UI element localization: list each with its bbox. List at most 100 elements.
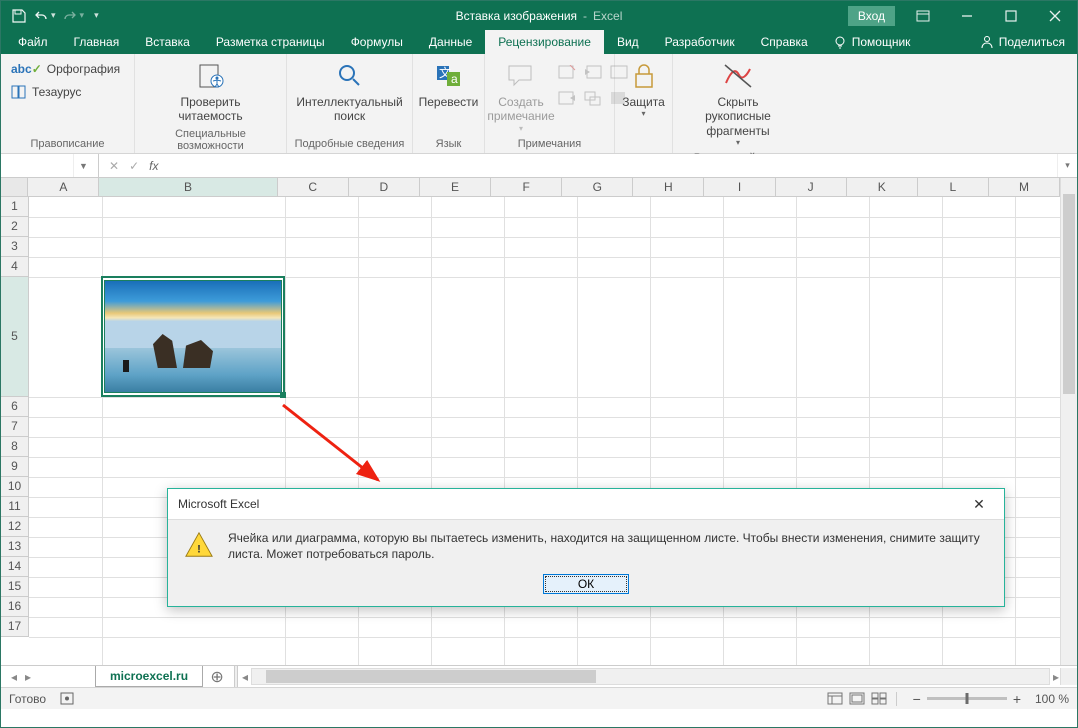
- page-break-view-icon[interactable]: [868, 690, 890, 708]
- col-header[interactable]: H: [633, 178, 704, 196]
- zoom-in-button[interactable]: +: [1013, 691, 1021, 707]
- cancel-formula-icon[interactable]: ✕: [109, 159, 119, 173]
- row-header[interactable]: 9: [1, 457, 28, 477]
- redo-icon[interactable]: [60, 6, 80, 26]
- col-header[interactable]: F: [491, 178, 562, 196]
- horizontal-scrollbar[interactable]: [251, 668, 1050, 685]
- sheet-tab[interactable]: microexcel.ru: [95, 666, 203, 687]
- macro-record-icon[interactable]: [60, 692, 74, 705]
- tab-nav-prev-icon[interactable]: ◂: [7, 670, 21, 684]
- tab-review[interactable]: Рецензирование: [485, 30, 604, 54]
- sheet-tabs-row: ◂ ▸ microexcel.ru ⊕ ◂ ▸: [1, 665, 1077, 687]
- minimize-button[interactable]: [945, 1, 989, 30]
- hide-ink-button[interactable]: Скрыть рукописные фрагменты▾: [679, 57, 797, 150]
- row-header[interactable]: 2: [1, 217, 28, 237]
- col-header[interactable]: D: [349, 178, 420, 196]
- tab-formulas[interactable]: Формулы: [338, 30, 416, 54]
- row-header[interactable]: 3: [1, 237, 28, 257]
- zoom-level[interactable]: 100 %: [1027, 692, 1069, 706]
- formula-input[interactable]: [168, 154, 1057, 177]
- new-comment-button: Создать примечание▾: [491, 57, 551, 135]
- name-box[interactable]: ▼: [1, 154, 99, 177]
- spelling-button[interactable]: abc✓Орфография: [11, 59, 120, 79]
- ribbon-tabs: Файл Главная Вставка Разметка страницы Ф…: [1, 30, 1077, 54]
- row-header[interactable]: 11: [1, 497, 28, 517]
- col-header[interactable]: G: [562, 178, 633, 196]
- maximize-button[interactable]: [989, 1, 1033, 30]
- check-accessibility-button[interactable]: Проверить читаемость: [172, 57, 248, 126]
- col-header[interactable]: E: [420, 178, 491, 196]
- tell-me-button[interactable]: Помощник: [821, 30, 923, 54]
- zoom-out-button[interactable]: −: [913, 691, 921, 707]
- tab-view[interactable]: Вид: [604, 30, 652, 54]
- row-header[interactable]: 15: [1, 577, 28, 597]
- tab-insert[interactable]: Вставка: [132, 30, 203, 54]
- tab-page-layout[interactable]: Разметка страницы: [203, 30, 338, 54]
- col-header[interactable]: C: [278, 178, 349, 196]
- page-layout-view-icon[interactable]: [846, 690, 868, 708]
- zoom-slider[interactable]: [927, 697, 1007, 700]
- close-button[interactable]: [1033, 1, 1077, 30]
- tab-data[interactable]: Данные: [416, 30, 485, 54]
- row-header[interactable]: 17: [1, 617, 28, 637]
- expand-formula-bar-icon[interactable]: ▾: [1057, 154, 1077, 177]
- row-header[interactable]: 13: [1, 537, 28, 557]
- dialog-ok-button[interactable]: ОК: [543, 574, 629, 594]
- row-header[interactable]: 6: [1, 397, 28, 417]
- normal-view-icon[interactable]: [824, 690, 846, 708]
- col-header[interactable]: M: [989, 178, 1060, 196]
- row-header[interactable]: 16: [1, 597, 28, 617]
- lock-icon: [632, 59, 656, 93]
- thesaurus-button[interactable]: Тезаурус: [11, 82, 120, 102]
- qat-customize-icon[interactable]: ▾: [94, 10, 99, 21]
- embedded-picture[interactable]: [104, 280, 282, 393]
- row-header[interactable]: 5: [1, 277, 28, 397]
- scrollbar-thumb[interactable]: [1063, 194, 1075, 394]
- warning-icon: !: [184, 530, 214, 560]
- login-button[interactable]: Вход: [848, 6, 895, 26]
- col-header[interactable]: K: [847, 178, 918, 196]
- tab-home[interactable]: Главная: [61, 30, 133, 54]
- undo-dropdown-icon[interactable]: ▾: [51, 10, 56, 21]
- enter-formula-icon[interactable]: ✓: [129, 159, 139, 173]
- row-header[interactable]: 8: [1, 437, 28, 457]
- col-header[interactable]: B: [99, 178, 277, 196]
- col-header[interactable]: A: [28, 178, 99, 196]
- col-header[interactable]: I: [704, 178, 775, 196]
- tab-nav-next-icon[interactable]: ▸: [21, 670, 35, 684]
- scrollbar-thumb[interactable]: [266, 670, 596, 683]
- tab-file[interactable]: Файл: [5, 30, 61, 54]
- name-box-input[interactable]: [1, 159, 73, 173]
- row-header[interactable]: 10: [1, 477, 28, 497]
- vertical-scrollbar[interactable]: [1060, 178, 1077, 670]
- hscroll-left-icon[interactable]: ◂: [241, 670, 249, 684]
- row-header[interactable]: 4: [1, 257, 28, 277]
- row-header[interactable]: 14: [1, 557, 28, 577]
- select-all-button[interactable]: [1, 178, 28, 196]
- tab-splitter[interactable]: [234, 666, 238, 687]
- dialog-close-button[interactable]: ✕: [964, 496, 994, 513]
- save-icon[interactable]: [9, 6, 29, 26]
- col-header[interactable]: L: [918, 178, 989, 196]
- hscroll-right-icon[interactable]: ▸: [1052, 670, 1060, 684]
- tab-developer[interactable]: Разработчик: [652, 30, 748, 54]
- smart-lookup-button[interactable]: Интеллектуальный поиск: [293, 57, 406, 126]
- row-header[interactable]: 12: [1, 517, 28, 537]
- row-headers: 1 2 3 4 5 6 7 8 9 10 11 12 13 14 15 16 1…: [1, 197, 29, 637]
- share-button[interactable]: Поделиться: [968, 30, 1077, 54]
- row-header[interactable]: 1: [1, 197, 28, 217]
- row-header[interactable]: 7: [1, 417, 28, 437]
- show-comment-icon: [607, 61, 631, 85]
- new-sheet-button[interactable]: ⊕: [203, 667, 231, 687]
- redo-dropdown-icon[interactable]: ▾: [80, 10, 85, 21]
- undo-icon[interactable]: [31, 6, 51, 26]
- tab-help[interactable]: Справка: [748, 30, 821, 54]
- col-header[interactable]: J: [776, 178, 847, 196]
- spellcheck-icon: abc✓: [11, 62, 42, 76]
- name-box-dropdown-icon[interactable]: ▼: [73, 154, 93, 177]
- comment-icon: [507, 59, 535, 93]
- ribbon: abc✓Орфография Тезаурус Правописание Про…: [1, 54, 1077, 154]
- ribbon-options-icon[interactable]: [901, 1, 945, 30]
- insert-function-icon[interactable]: fx: [149, 159, 158, 173]
- translate-button[interactable]: 文aПеревести: [419, 57, 479, 111]
